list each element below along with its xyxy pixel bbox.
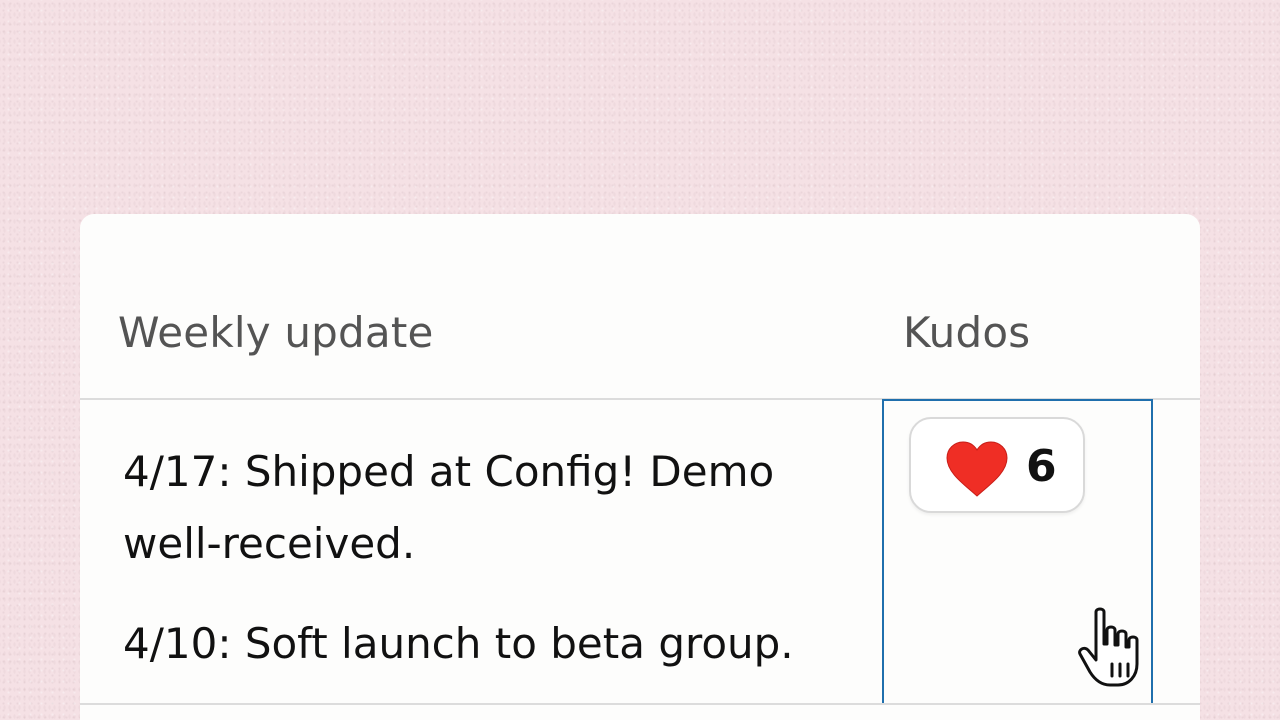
kudos-count: 6: [1026, 441, 1057, 492]
kudos-reaction-button[interactable]: 6: [909, 417, 1085, 513]
weekly-update-cell[interactable]: 4/17: Shipped at Config! Demo well-recei…: [123, 436, 883, 708]
heart-icon: [946, 441, 1008, 497]
kudos-column-header: Kudos: [903, 308, 1031, 357]
weekly-update-table-card: Weekly update Kudos 4/17: Shipped at Con…: [80, 214, 1200, 720]
table-header: Weekly update Kudos: [80, 214, 1200, 398]
update-entry: 4/17: Shipped at Config! Demo well-recei…: [123, 447, 775, 568]
hand-pointer-icon: [1078, 607, 1139, 687]
weekly-update-column-header: Weekly update: [118, 308, 434, 357]
row-divider: [80, 703, 1200, 705]
update-entry: 4/10: Soft launch to beta group.: [123, 619, 794, 668]
